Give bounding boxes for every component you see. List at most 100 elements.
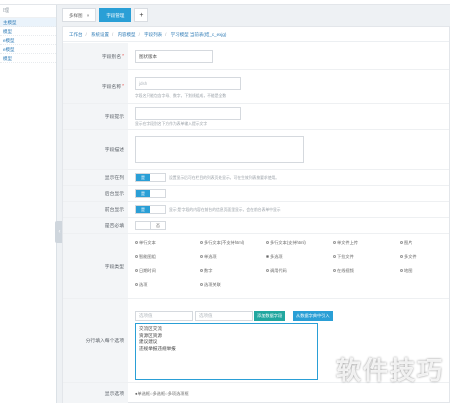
field-type-option[interactable]: 多行文本(不支持html) xyxy=(200,240,244,246)
field-tip-hint: 显示在字段别名下方作为表单输入提示文字 xyxy=(135,122,208,126)
field-type-option[interactable]: 在线视频 xyxy=(333,268,354,274)
breadcrumb-separator: / xyxy=(85,32,87,37)
show-on-list-label: 显示在列 xyxy=(63,170,128,185)
tab-label: 多样图 xyxy=(69,13,83,18)
breadcrumb-item[interactable]: 字段列表 xyxy=(144,32,162,37)
radio-icon xyxy=(333,241,336,245)
field-type-option[interactable]: 单行文本 xyxy=(135,240,156,246)
form-row-required: 是否必填 否 xyxy=(63,218,449,234)
required-label: 是否必填 xyxy=(63,218,128,233)
display-options[interactable]: ●单选框○多选框○多项选项框 xyxy=(135,391,189,397)
radio-icon xyxy=(200,269,203,273)
field-type-label: 字段类型 xyxy=(63,234,128,298)
radio-icon xyxy=(135,255,138,259)
radio-icon xyxy=(333,269,336,273)
required-toggle[interactable]: 否 xyxy=(135,221,166,230)
field-type-option[interactable]: 日期时间 xyxy=(135,268,156,274)
field-name-hint: 字段名只能包含字母、数字，下划线组成，不能是全数 xyxy=(135,94,227,98)
show-on-list-toggle[interactable]: 是 xyxy=(135,173,166,182)
radio-icon xyxy=(200,255,203,259)
sidebar-item-model-2[interactable]: 模型 xyxy=(0,27,56,36)
show-on-list-hint: 设置显示后可在栏目的列表页处显示，可在生效列表按要求使用。 xyxy=(169,176,280,180)
main-content: 工作台 / 系统设置 / 内容模型 / 字段列表 / 学习模型 当前表(结_c_exjg… xyxy=(62,26,450,403)
field-name-input[interactable]: jdsh xyxy=(135,77,241,90)
field-tip-label: 字段提示 xyxy=(63,104,128,129)
field-name-label: 字段名称 * xyxy=(63,70,128,103)
add-tab-button[interactable]: + xyxy=(134,8,149,22)
tab-multi-image[interactable]: 多样图 × xyxy=(62,8,97,22)
field-desc-label: 字段描述 xyxy=(63,130,128,169)
field-desc-textarea[interactable] xyxy=(135,136,304,163)
radio-icon xyxy=(266,241,269,245)
radio-icon xyxy=(135,241,138,245)
form-row-field-desc: 字段描述 xyxy=(63,130,449,170)
field-type-option[interactable]: 数字 xyxy=(200,268,212,274)
form-row-frontend-show: 前台显示 是 显示'是'字段的内容在前台的信息页面里显示，会在前台表单中显示 xyxy=(63,202,449,218)
form-row-field-tip: 字段提示 显示在字段别名下方作为表单输入提示文字 xyxy=(63,104,449,130)
field-type-option[interactable]: 地图 xyxy=(400,268,412,274)
radio-icon xyxy=(135,269,138,273)
breadcrumb-separator: / xyxy=(165,32,167,37)
field-type-option[interactable]: 多文件 xyxy=(400,254,417,260)
frontend-show-hint: 显示'是'字段的内容在前台的信息页面里显示，会在前台表单中显示 xyxy=(169,208,281,212)
display-label: 显示选项 xyxy=(63,383,128,403)
backend-show-toggle[interactable]: 是 xyxy=(135,189,166,198)
field-type-option[interactable]: 智能图组 xyxy=(135,254,156,260)
breadcrumb-separator: / xyxy=(138,32,140,37)
sidebar-item-model-3[interactable]: e模型 xyxy=(0,36,56,45)
form-row-field-type: 字段类型 单行文本 多行文本(不支持html) 多行文本(支持html) 单文件… xyxy=(63,234,449,299)
field-tip-input[interactable] xyxy=(135,107,241,120)
radio-icon xyxy=(400,269,403,273)
radio-icon xyxy=(400,255,403,259)
sidebar-item-model-4[interactable]: e模型 xyxy=(0,45,56,54)
field-alias-input[interactable]: 图状版本 xyxy=(135,50,213,63)
field-type-option[interactable]: 调用代码 xyxy=(266,268,287,274)
field-type-option[interactable]: 图片 xyxy=(400,240,412,246)
form-row-field-alias: 字段别名 * 图状版本 xyxy=(63,43,449,70)
tab-field-management[interactable]: 字段管理 xyxy=(99,8,132,22)
breadcrumb-item[interactable]: 工作台 xyxy=(69,32,83,37)
close-icon[interactable]: × xyxy=(87,13,90,18)
breadcrumb: 工作台 / 系统设置 / 内容模型 / 字段列表 / 学习模型 当前表(结_c_exjg… xyxy=(63,27,449,42)
backend-show-label: 后台显示 xyxy=(63,186,128,201)
breadcrumb-item: 学习模型 当前表(结_c_exjg) xyxy=(170,32,227,37)
form-row-backend-show: 后台显示 是 xyxy=(63,186,449,202)
field-type-option[interactable]: 下拉文件 xyxy=(333,254,354,260)
breadcrumb-item[interactable]: 内容模型 xyxy=(118,32,136,37)
sidebar-item-main-model[interactable]: 主模型 xyxy=(0,18,56,27)
field-type-option[interactable]: 单文件上传 xyxy=(333,240,358,246)
frontend-show-toggle[interactable]: 是 xyxy=(135,205,166,214)
sidebar: l理 主模型 模型 e模型 e模型 模型 xyxy=(0,5,57,403)
radio-icon xyxy=(400,241,403,245)
import-from-dictionary-button[interactable]: 从数据字典中引入 xyxy=(293,311,333,321)
breadcrumb-separator: / xyxy=(112,32,114,37)
form-row-field-name: 字段名称 * jdsh 字段名只能包含字母、数字，下划线组成，不能是全数 xyxy=(63,70,449,104)
option-label-input[interactable]: 选项值 xyxy=(195,311,253,321)
field-type-option[interactable]: 多选项 xyxy=(266,254,283,260)
tab-bar: 多样图 × 字段管理 + xyxy=(62,8,149,22)
field-type-option[interactable]: 单选项 xyxy=(200,254,217,260)
sidebar-item-model-5[interactable]: 模型 xyxy=(0,54,56,63)
frontend-show-label: 前台显示 xyxy=(63,202,128,217)
field-alias-label: 字段别名 * xyxy=(63,43,128,69)
chevron-left-icon: ‹ xyxy=(58,229,61,235)
field-type-option[interactable]: 选项关联 xyxy=(200,282,221,288)
field-type-option[interactable]: 多行文本(支持html) xyxy=(266,240,306,246)
field-type-option[interactable]: 选项 xyxy=(135,282,147,288)
radio-icon xyxy=(200,283,203,287)
form-row-show-on-list: 显示在列 是 设置显示后可在栏目的列表页处显示，可在生效列表按要求使用。 xyxy=(63,170,449,186)
add-data-field-button[interactable]: 添加数据字段 xyxy=(254,311,286,321)
tab-label: 字段管理 xyxy=(106,13,125,18)
top-nav xyxy=(0,0,450,5)
option-line: 违规举报违规举报 xyxy=(139,345,176,351)
options-textarea[interactable]: 交流区交流 资源区资源 建议建议 违规举报违规举报 xyxy=(135,323,318,380)
breadcrumb-item[interactable]: 系统设置 xyxy=(91,32,109,37)
plus-icon: + xyxy=(139,12,144,19)
radio-icon xyxy=(135,283,138,287)
radio-icon xyxy=(333,255,336,259)
watermark: 软件技巧 xyxy=(335,357,444,385)
radio-icon xyxy=(200,241,203,245)
options-label: 分行填入每个选项 xyxy=(63,299,128,382)
sidebar-group-title[interactable]: l理 xyxy=(0,5,56,18)
option-value-input[interactable]: 选项值 xyxy=(135,311,193,321)
